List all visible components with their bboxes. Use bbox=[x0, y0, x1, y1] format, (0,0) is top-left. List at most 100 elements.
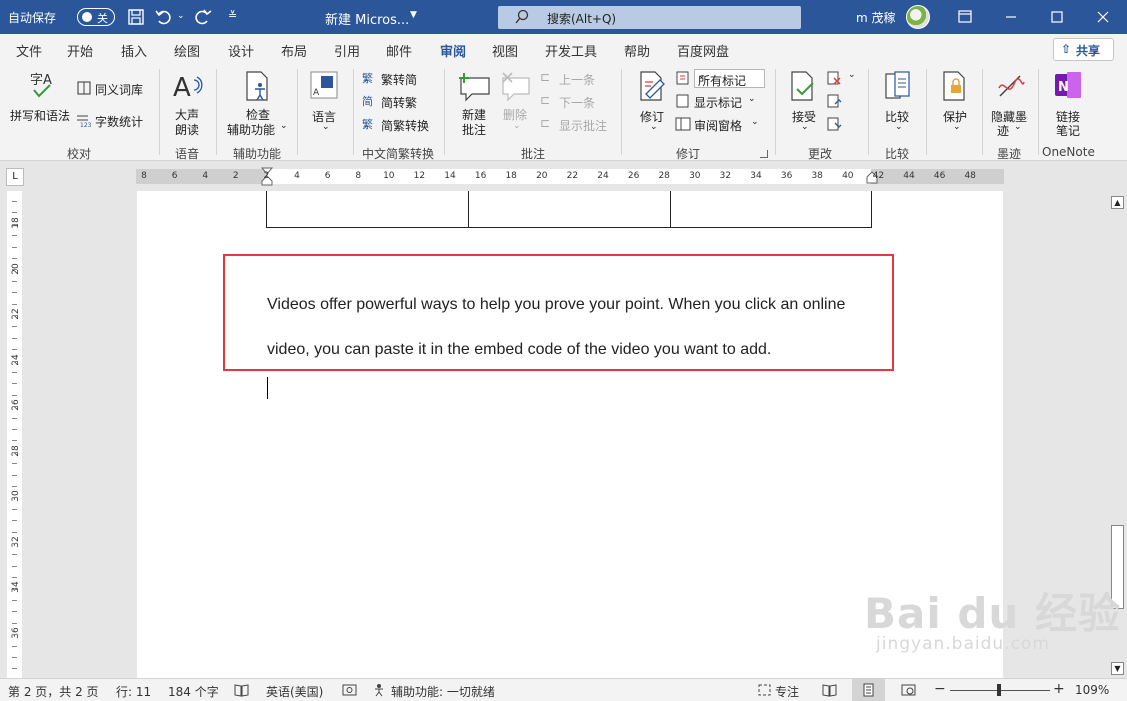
web-layout-icon[interactable] bbox=[901, 683, 916, 697]
language-icon: A bbox=[310, 71, 338, 99]
tab-baidu-netdisk[interactable]: 百度网盘 bbox=[677, 41, 729, 60]
accessibility-indicator[interactable]: 辅助功能: 一切就绪 bbox=[391, 683, 495, 700]
read-aloud-button[interactable]: A 大声 朗读 bbox=[168, 70, 208, 140]
close-icon[interactable] bbox=[1080, 0, 1126, 34]
ruler-number: 26 bbox=[627, 171, 640, 181]
chinese-conversion-button[interactable]: 繁 简繁转换 bbox=[362, 116, 438, 134]
tab-design[interactable]: 设计 bbox=[228, 41, 254, 60]
traditional-to-simplified-button[interactable]: 繁 繁转简 bbox=[362, 70, 432, 88]
undo-icon[interactable] bbox=[153, 6, 175, 28]
redo-icon[interactable] bbox=[192, 6, 214, 28]
tab-help[interactable]: 帮助 bbox=[624, 41, 650, 60]
tab-mailings[interactable]: 邮件 bbox=[386, 41, 412, 60]
delete-comment-button[interactable]: 删除 ⌄ bbox=[498, 70, 534, 140]
markup-display-select[interactable]: 所有标记 ⌄ bbox=[694, 69, 765, 88]
ruler-tick bbox=[12, 531, 17, 533]
ruler-number: 6 bbox=[324, 171, 331, 181]
zoom-out-icon[interactable]: − bbox=[934, 681, 946, 697]
accessibility-status-icon[interactable] bbox=[373, 683, 388, 697]
reject-icon[interactable] bbox=[826, 70, 842, 86]
ribbon-display-options-icon[interactable] bbox=[942, 0, 988, 34]
zoom-level[interactable]: 109% bbox=[1075, 683, 1109, 697]
autosave-state: 关 bbox=[97, 12, 108, 25]
user-name[interactable]: m 茂稼 bbox=[856, 9, 896, 26]
zoom-slider-thumb[interactable] bbox=[997, 684, 1001, 696]
macro-recording-icon[interactable] bbox=[342, 683, 357, 697]
chevron-down-icon[interactable]: ⌄ bbox=[848, 70, 856, 80]
word-count-button[interactable]: 123 字数统计 bbox=[76, 112, 148, 130]
ruler-tick bbox=[12, 657, 17, 658]
tab-file[interactable]: 文件 bbox=[16, 41, 42, 60]
share-button[interactable]: ⇧ 共享 bbox=[1053, 38, 1114, 61]
previous-comment-button[interactable]: ⊏ 上一条 bbox=[540, 70, 610, 88]
reviewing-pane-label: 审阅窗格 bbox=[694, 119, 743, 133]
show-markup-button[interactable]: 显示标记 ⌄ bbox=[675, 93, 761, 111]
traditional-to-simplified-label: 繁转简 bbox=[381, 73, 418, 87]
spelling-grammar-button[interactable]: 字A 拼写和语法 bbox=[10, 70, 74, 130]
maximize-icon[interactable] bbox=[1034, 0, 1080, 34]
ribbon-tabs: 文件 开始 插入 绘图 设计 布局 引用 邮件 审阅 视图 开发工具 帮助 百度… bbox=[0, 34, 1127, 67]
new-comment-button[interactable]: 新建 批注 bbox=[455, 70, 495, 140]
save-icon[interactable] bbox=[125, 6, 147, 28]
compare-button[interactable]: 比较 ⌄ bbox=[878, 70, 918, 140]
group-separator bbox=[982, 69, 983, 155]
vertical-ruler[interactable]: 18202224262830323436 bbox=[7, 191, 22, 678]
tab-home[interactable]: 开始 bbox=[67, 41, 93, 60]
tab-insert[interactable]: 插入 bbox=[121, 41, 147, 60]
tab-review[interactable]: 审阅 bbox=[440, 41, 467, 67]
thesaurus-label: 同义词库 bbox=[95, 83, 144, 97]
language-indicator[interactable]: 英语(美国) bbox=[266, 683, 323, 700]
group-separator bbox=[159, 69, 160, 155]
avatar[interactable] bbox=[906, 5, 930, 29]
dialog-launcher-icon[interactable] bbox=[760, 150, 768, 158]
page-indicator[interactable]: 第 2 页，共 2 页 bbox=[8, 683, 99, 700]
spelling-label: 拼写和语法 bbox=[10, 109, 71, 123]
reviewing-pane-button[interactable]: 审阅窗格 ⌄ bbox=[675, 116, 761, 134]
tab-draw[interactable]: 绘图 bbox=[174, 41, 200, 60]
tab-references[interactable]: 引用 bbox=[334, 41, 360, 60]
tab-view[interactable]: 视图 bbox=[492, 41, 518, 60]
minimize-icon[interactable] bbox=[988, 0, 1034, 34]
linked-notes-label-2: 笔记 bbox=[1056, 124, 1081, 138]
text-cursor bbox=[267, 377, 268, 399]
read-mode-icon[interactable] bbox=[822, 683, 837, 697]
horizontal-ruler[interactable]: 8 6 4 2 2 4 6 8 10 12 14 16 18 20 22 24 26 28 30 32 34 36 38 40… bbox=[136, 167, 1004, 186]
body-paragraph[interactable]: Videos offer powerful ways to help you p… bbox=[267, 282, 887, 372]
simplified-to-traditional-button[interactable]: 简 简转繁 bbox=[362, 93, 432, 111]
svg-text:123: 123 bbox=[80, 122, 92, 128]
scroll-down-icon[interactable]: ▼ bbox=[1111, 662, 1124, 675]
thesaurus-button[interactable]: 同义词库 bbox=[76, 80, 148, 98]
proofing-status-icon[interactable] bbox=[234, 683, 249, 697]
autosave-toggle[interactable]: 关 bbox=[77, 8, 115, 26]
search-box[interactable]: 搜索(Alt+Q) bbox=[498, 6, 801, 29]
ruler-tick bbox=[12, 429, 17, 430]
linked-notes-button[interactable]: N 链接 笔记 bbox=[1046, 70, 1092, 140]
title-dropdown-icon[interactable]: ▼ bbox=[410, 10, 417, 20]
print-layout-button[interactable] bbox=[852, 679, 885, 701]
check-accessibility-button[interactable]: 检查 辅助功能 ⌄ bbox=[225, 70, 291, 140]
zoom-in-icon[interactable]: + bbox=[1053, 681, 1065, 697]
ruler-tick bbox=[12, 622, 17, 624]
undo-dropdown-icon[interactable]: ⌄ bbox=[177, 11, 185, 21]
show-comments-button[interactable]: ⊏ 显示批注 bbox=[540, 116, 612, 134]
customize-toolbar-icon[interactable]: ≚ bbox=[228, 9, 237, 22]
language-button[interactable]: A 语言 ⌄ bbox=[306, 70, 344, 140]
ruler-number: 20 bbox=[536, 171, 548, 181]
next-change-icon[interactable] bbox=[826, 116, 842, 132]
word-count-indicator[interactable]: 184 个字 bbox=[168, 683, 219, 700]
tab-layout[interactable]: 布局 bbox=[281, 41, 307, 60]
document-table[interactable] bbox=[266, 191, 872, 228]
focus-mode-label[interactable]: 专注 bbox=[775, 683, 799, 700]
track-changes-button[interactable]: 修订 ⌄ bbox=[632, 70, 672, 140]
line-indicator[interactable]: 行: 11 bbox=[116, 683, 151, 700]
next-comment-button[interactable]: ⊏ 下一条 bbox=[540, 93, 610, 111]
scroll-up-icon[interactable]: ▲ bbox=[1111, 196, 1124, 209]
hide-ink-button[interactable]: 隐藏墨 迹 ⌄ bbox=[990, 70, 1032, 140]
tab-developer[interactable]: 开发工具 bbox=[545, 41, 597, 60]
accept-button[interactable]: 接受 ⌄ bbox=[784, 70, 824, 140]
protect-button[interactable]: 保护 ⌄ bbox=[935, 70, 975, 140]
previous-change-icon[interactable] bbox=[826, 93, 842, 109]
focus-icon[interactable] bbox=[757, 683, 772, 697]
ruler-number: 10 bbox=[383, 171, 395, 181]
tab-selector[interactable]: L bbox=[6, 168, 24, 186]
